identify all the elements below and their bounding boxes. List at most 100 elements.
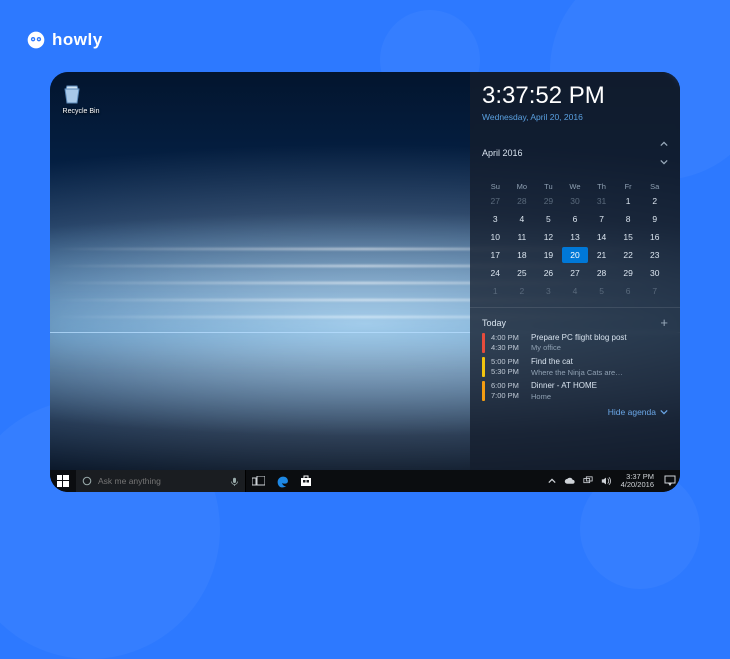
- calendar-day[interactable]: 12: [535, 229, 562, 245]
- edge-icon: [276, 475, 289, 488]
- tray-onedrive[interactable]: [563, 477, 577, 485]
- search-input[interactable]: [98, 476, 224, 486]
- day-header: Sa: [641, 180, 668, 193]
- calendar-day[interactable]: 1: [482, 283, 509, 299]
- taskbar: 3:37 PM 4/20/2016: [50, 470, 680, 492]
- calendar-day[interactable]: 11: [509, 229, 536, 245]
- calendar-day-today[interactable]: 20: [562, 247, 589, 263]
- agenda-title: Today: [482, 318, 506, 328]
- task-view-button[interactable]: [246, 470, 270, 492]
- calendar-day[interactable]: 14: [588, 229, 615, 245]
- chevron-up-icon: [548, 477, 556, 485]
- calendar-day[interactable]: 7: [641, 283, 668, 299]
- start-button[interactable]: [50, 475, 76, 487]
- day-header: Th: [588, 180, 615, 193]
- calendar-day[interactable]: 26: [535, 265, 562, 281]
- recycle-bin-icon: [60, 82, 84, 106]
- calendar-day[interactable]: 21: [588, 247, 615, 263]
- tray-overflow-button[interactable]: [545, 477, 559, 485]
- add-event-button[interactable]: +: [660, 316, 668, 329]
- event-body: Find the catWhere the Ninja Cats are…: [531, 357, 668, 377]
- event-times: 4:00 PM4:30 PM: [491, 333, 525, 353]
- calendar-day[interactable]: 16: [641, 229, 668, 245]
- calendar-day[interactable]: 2: [509, 283, 536, 299]
- calendar-day[interactable]: 29: [535, 193, 562, 209]
- taskbar-clock[interactable]: 3:37 PM 4/20/2016: [615, 473, 660, 489]
- action-center-icon: [664, 475, 676, 487]
- calendar-day[interactable]: 29: [615, 265, 642, 281]
- tray-date: 4/20/2016: [621, 481, 654, 489]
- edge-button[interactable]: [270, 470, 294, 492]
- flyout-clock: 3:37:52 PM: [482, 82, 668, 110]
- calendar-day[interactable]: 8: [615, 211, 642, 227]
- owl-icon: [26, 30, 46, 50]
- calendar-day[interactable]: 5: [535, 211, 562, 227]
- calendar-day[interactable]: 28: [588, 265, 615, 281]
- calendar-day[interactable]: 24: [482, 265, 509, 281]
- recycle-bin[interactable]: Recycle Bin: [60, 82, 102, 115]
- calendar-day[interactable]: 7: [588, 211, 615, 227]
- event-color-bar: [482, 357, 485, 377]
- month-label[interactable]: April 2016: [482, 148, 523, 158]
- calendar-day[interactable]: 1: [615, 193, 642, 209]
- recycle-bin-label: Recycle Bin: [60, 108, 102, 115]
- action-center-button[interactable]: [660, 475, 680, 487]
- calendar-day[interactable]: 19: [535, 247, 562, 263]
- windows-logo-icon: [57, 475, 69, 487]
- chevron-down-icon: [660, 408, 668, 416]
- calendar-day[interactable]: 27: [562, 265, 589, 281]
- calendar-day[interactable]: 28: [509, 193, 536, 209]
- day-header: Mo: [509, 180, 536, 193]
- calendar-day[interactable]: 3: [482, 211, 509, 227]
- calendar-day[interactable]: 18: [509, 247, 536, 263]
- day-header: Su: [482, 180, 509, 193]
- system-tray: [543, 476, 615, 486]
- calendar-day[interactable]: 15: [615, 229, 642, 245]
- taskbar-pinned: [246, 470, 318, 492]
- calendar-day[interactable]: 22: [615, 247, 642, 263]
- cortana-icon: [82, 476, 92, 486]
- store-button[interactable]: [294, 470, 318, 492]
- calendar-day[interactable]: 30: [562, 193, 589, 209]
- calendar-day[interactable]: 5: [588, 283, 615, 299]
- calendar-day[interactable]: 2: [641, 193, 668, 209]
- calendar-day[interactable]: 13: [562, 229, 589, 245]
- hide-agenda-button[interactable]: Hide agenda: [482, 401, 668, 419]
- tray-volume[interactable]: [599, 476, 613, 486]
- calendar-day[interactable]: 30: [641, 265, 668, 281]
- agenda-event[interactable]: 5:00 PM5:30 PM Find the catWhere the Ninj…: [482, 357, 668, 377]
- calendar-day[interactable]: 3: [535, 283, 562, 299]
- event-times: 5:00 PM5:30 PM: [491, 357, 525, 377]
- tray-network[interactable]: [581, 476, 595, 486]
- brand-name: howly: [52, 30, 103, 50]
- calendar-day[interactable]: 25: [509, 265, 536, 281]
- calendar-day[interactable]: 10: [482, 229, 509, 245]
- calendar-day[interactable]: 23: [641, 247, 668, 263]
- event-times: 6:00 PM7:00 PM: [491, 381, 525, 401]
- calendar-day[interactable]: 9: [641, 211, 668, 227]
- calendar-day[interactable]: 4: [509, 211, 536, 227]
- event-body: Dinner - AT HOMEHome: [531, 381, 668, 401]
- agenda-event[interactable]: 4:00 PM4:30 PM Prepare PC flight blog pos…: [482, 333, 668, 353]
- flyout-date[interactable]: Wednesday, April 20, 2016: [482, 112, 668, 122]
- volume-icon: [601, 476, 611, 486]
- task-view-icon: [252, 476, 265, 487]
- brand-logo: howly: [26, 30, 103, 50]
- calendar-day[interactable]: 17: [482, 247, 509, 263]
- event-body: Prepare PC flight blog postMy office: [531, 333, 668, 353]
- cortana-search[interactable]: [76, 470, 246, 492]
- agenda-event[interactable]: 6:00 PM7:00 PM Dinner - AT HOMEHome: [482, 381, 668, 401]
- calendar-day[interactable]: 31: [588, 193, 615, 209]
- day-header: We: [562, 180, 589, 193]
- screenshot-frame: Recycle Bin 3:37:52 PM Wednesday, April …: [50, 72, 680, 492]
- calendar-day[interactable]: 6: [562, 211, 589, 227]
- agenda-list: 4:00 PM4:30 PM Prepare PC flight blog pos…: [482, 333, 668, 401]
- calendar-day[interactable]: 4: [562, 283, 589, 299]
- microphone-icon[interactable]: [230, 477, 239, 486]
- calendar-day[interactable]: 6: [615, 283, 642, 299]
- day-header: Fr: [615, 180, 642, 193]
- calendar-day[interactable]: 27: [482, 193, 509, 209]
- event-color-bar: [482, 333, 485, 353]
- day-header: Tu: [535, 180, 562, 193]
- network-icon: [583, 476, 593, 486]
